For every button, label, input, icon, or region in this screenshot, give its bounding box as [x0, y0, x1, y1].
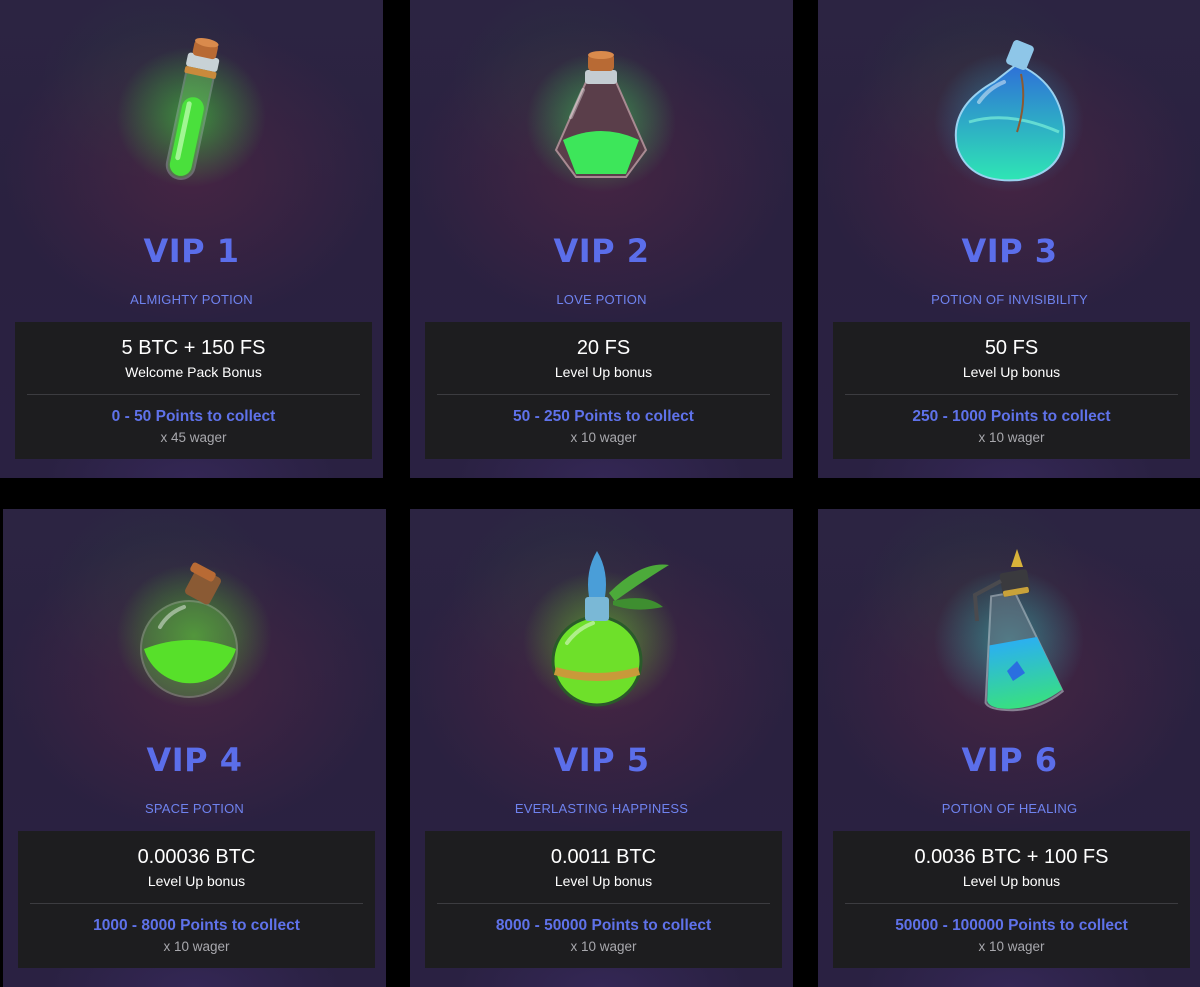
leaf-flask-potion-icon	[523, 551, 679, 711]
bonus-value: 50 FS	[984, 337, 1039, 359]
vip-level-title: VIP 5	[553, 741, 650, 779]
points-range: 0 - 50 Points to collect	[111, 408, 276, 425]
flask-potion-icon	[526, 51, 676, 192]
vip-level-title: VIP 3	[961, 232, 1058, 270]
wager-requirement: x 10 wager	[570, 939, 637, 954]
divider	[30, 903, 363, 904]
wager-requirement: x 10 wager	[978, 939, 1045, 954]
vip-card-2[interactable]: VIP 2 LOVE POTION 20 FS Level Up bonus 5…	[410, 0, 793, 478]
cone-flask-potion-icon	[934, 549, 1084, 713]
bonus-info-panel: 50 FS Level Up bonus 250 - 1000 Points t…	[833, 322, 1190, 459]
potion-name: EVERLASTING HAPPINESS	[514, 801, 689, 816]
tube-potion-icon	[116, 38, 266, 187]
vip-card-6[interactable]: VIP 6 POTION OF HEALING 0.0036 BTC + 100…	[818, 509, 1200, 987]
bonus-label: Level Up bonus	[554, 873, 653, 889]
bonus-label: Level Up bonus	[554, 364, 653, 380]
wager-requirement: x 10 wager	[570, 430, 637, 445]
potion-name: ALMIGHTY POTION	[130, 292, 253, 307]
bonus-info-panel: 0.0036 BTC + 100 FS Level Up bonus 50000…	[833, 831, 1190, 968]
points-range: 50000 - 100000 Points to collect	[895, 917, 1128, 934]
divider	[27, 394, 360, 395]
vip-level-title: VIP 6	[961, 741, 1058, 779]
vip-card-1[interactable]: VIP 1 ALMIGHTY POTION 5 BTC + 150 FS Wel…	[0, 0, 383, 478]
vip-card-3[interactable]: VIP 3 POTION OF INVISIBILITY 50 FS Level…	[818, 0, 1200, 478]
wager-requirement: x 10 wager	[978, 430, 1045, 445]
bonus-value: 5 BTC + 150 FS	[121, 337, 266, 359]
points-range: 1000 - 8000 Points to collect	[93, 917, 300, 934]
potion-name: LOVE POTION	[556, 292, 647, 307]
vip-level-title: VIP 4	[146, 741, 243, 779]
potion-name: SPACE POTION	[145, 801, 244, 816]
vip-level-title: VIP 1	[143, 232, 240, 270]
wager-requirement: x 45 wager	[160, 430, 227, 445]
bonus-info-panel: 0.00036 BTC Level Up bonus 1000 - 8000 P…	[18, 831, 375, 968]
bonus-info-panel: 0.0011 BTC Level Up bonus 8000 - 50000 P…	[425, 831, 782, 968]
vip-card-5[interactable]: VIP 5 EVERLASTING HAPPINESS 0.0011 BTC L…	[410, 509, 793, 987]
bonus-label: Level Up bonus	[147, 873, 246, 889]
potion-name: POTION OF INVISIBILITY	[931, 292, 1088, 307]
wager-requirement: x 10 wager	[163, 939, 230, 954]
bonus-value: 0.00036 BTC	[137, 846, 256, 868]
bonus-info-panel: 5 BTC + 150 FS Welcome Pack Bonus 0 - 50…	[15, 322, 372, 459]
points-range: 250 - 1000 Points to collect	[912, 408, 1111, 425]
vip-card-4[interactable]: VIP 4 SPACE POTION 0.00036 BTC Level Up …	[3, 509, 386, 987]
round-bottle-potion-icon	[934, 40, 1084, 192]
bonus-label: Level Up bonus	[962, 873, 1061, 889]
divider	[437, 394, 770, 395]
divider	[845, 394, 1178, 395]
bonus-label: Welcome Pack Bonus	[125, 364, 262, 380]
sphere-potion-icon	[116, 562, 272, 708]
divider	[845, 903, 1178, 904]
divider	[437, 903, 770, 904]
points-range: 8000 - 50000 Points to collect	[495, 917, 712, 934]
potion-name: POTION OF HEALING	[941, 801, 1078, 816]
bonus-info-panel: 20 FS Level Up bonus 50 - 250 Points to …	[425, 322, 782, 459]
points-range: 50 - 250 Points to collect	[513, 408, 694, 425]
bonus-value: 0.0011 BTC	[550, 846, 657, 868]
bonus-value: 0.0036 BTC + 100 FS	[914, 846, 1109, 868]
vip-level-title: VIP 2	[553, 232, 650, 270]
bonus-label: Level Up bonus	[962, 364, 1061, 380]
bonus-value: 20 FS	[576, 337, 631, 359]
